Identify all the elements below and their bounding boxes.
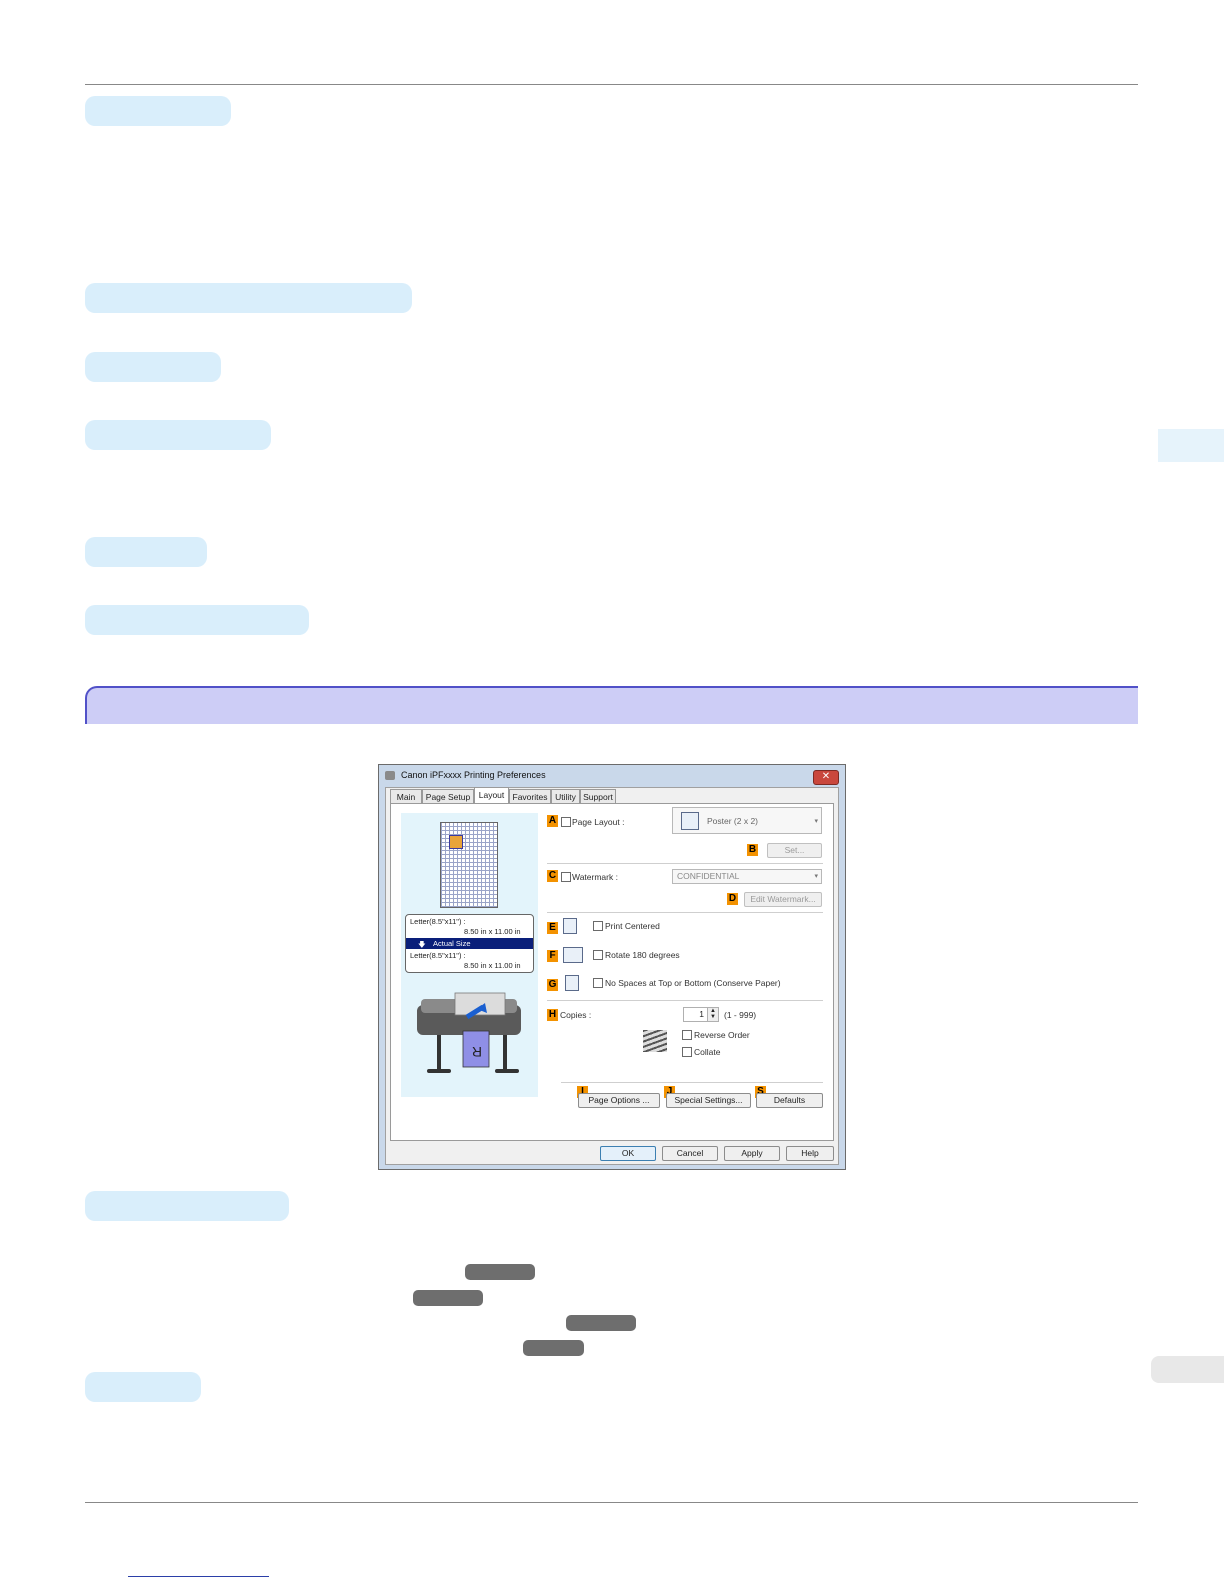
footer-rule [85, 1502, 1138, 1503]
reverse-order-label: Reverse Order [694, 1030, 750, 1040]
no-spaces-checkbox[interactable] [593, 978, 603, 988]
edit-watermark-button[interactable]: Edit Watermark... [744, 892, 822, 907]
print-centered-icon [563, 918, 577, 934]
page-layout-select[interactable]: Poster (2 x 2) ▾ [672, 807, 822, 834]
watermark-value: CONFIDENTIAL [677, 871, 740, 881]
tab-layout[interactable]: Layout [474, 787, 509, 804]
spin-down-icon[interactable]: ▼ [710, 1014, 716, 1020]
rotate-checkbox[interactable] [593, 950, 603, 960]
label-d: D [727, 893, 738, 905]
divider [547, 1000, 823, 1001]
label-f: F [547, 950, 558, 962]
divider [547, 912, 823, 913]
chevron-down-icon: ▾ [814, 873, 818, 880]
redacted-heading [85, 283, 412, 313]
reference-badge[interactable] [523, 1340, 584, 1356]
tab-favorites[interactable]: Favorites [509, 789, 551, 803]
redacted-heading [85, 96, 231, 126]
printer-illustration: R [417, 992, 521, 1073]
ok-button[interactable]: OK [600, 1146, 656, 1161]
chevron-down-icon: ▾ [814, 818, 818, 825]
dialog-body: Main Page Setup Layout Favorites Utility… [385, 787, 839, 1165]
index-side-tab[interactable] [1151, 1356, 1224, 1383]
reverse-order-checkbox[interactable] [682, 1030, 692, 1040]
output-dims: 8.50 in x 11.00 in [464, 961, 521, 970]
special-settings-button[interactable]: Special Settings... [666, 1093, 751, 1108]
header-rule [85, 84, 1138, 85]
label-c: C [547, 870, 558, 882]
label-e: E [547, 922, 558, 934]
layout-preview: Letter(8.5"x11") : 8.50 in x 11.00 in 🡇 … [401, 813, 538, 1097]
cancel-button[interactable]: Cancel [662, 1146, 718, 1161]
copies-label: Copies : [560, 1010, 592, 1020]
collate-checkbox[interactable] [682, 1047, 692, 1057]
chapter-side-tab[interactable] [1158, 429, 1224, 462]
spin-buttons[interactable]: ▲ ▼ [707, 1008, 718, 1021]
page-preview-thumbnail [440, 822, 498, 908]
print-centered-label: Print Centered [605, 921, 660, 931]
printer-icon [385, 771, 395, 780]
printing-preferences-dialog: Canon iPFxxxx Printing Preferences ✕ Mai… [378, 764, 846, 1170]
copies-value: 1 [699, 1009, 704, 1019]
image-icon [449, 835, 463, 849]
watermark-select[interactable]: CONFIDENTIAL ▾ [672, 869, 822, 884]
tab-main[interactable]: Main [390, 789, 422, 803]
collate-label: Collate [694, 1047, 721, 1057]
paper-size-info: Letter(8.5"x11") : 8.50 in x 11.00 in 🡇 … [405, 914, 534, 973]
tab-page-setup[interactable]: Page Setup [422, 789, 474, 803]
watermark-checkbox[interactable] [561, 872, 571, 882]
print-centered-checkbox[interactable] [593, 921, 603, 931]
dialog-title-bar[interactable]: Canon iPFxxxx Printing Preferences ✕ [379, 765, 845, 787]
close-button[interactable]: ✕ [813, 770, 839, 785]
help-button[interactable]: Help [786, 1146, 834, 1161]
label-a: A [547, 815, 558, 827]
stacked-pages-icon [643, 1030, 667, 1052]
tab-support[interactable]: Support [580, 789, 616, 803]
conserve-paper-icon [565, 975, 579, 991]
reference-badge[interactable] [413, 1290, 483, 1306]
source-dims: 8.50 in x 11.00 in [464, 927, 521, 936]
scaling-mode-row: 🡇 Actual Size [406, 938, 533, 949]
svg-text:R: R [472, 1044, 482, 1060]
copies-range: (1 - 999) [724, 1010, 757, 1020]
output-size: Letter(8.5"x11") : [410, 951, 466, 960]
page-layout-label: Page Layout : [572, 817, 625, 827]
redacted-heading [85, 420, 271, 450]
reference-badge[interactable] [465, 1264, 535, 1280]
redacted-heading [85, 1372, 201, 1402]
page-layout-checkbox[interactable] [561, 817, 571, 827]
redacted-heading [85, 352, 221, 382]
section-title-bar [85, 686, 1138, 724]
label-g: G [547, 979, 558, 991]
redacted-heading [85, 1191, 289, 1221]
footer-link[interactable] [128, 1576, 269, 1577]
rotate-icon [563, 947, 583, 963]
copies-stepper[interactable]: 1 ▲ ▼ [683, 1007, 719, 1022]
label-h: H [547, 1009, 558, 1021]
poster-layout-icon [681, 812, 699, 830]
layout-panel: Letter(8.5"x11") : 8.50 in x 11.00 in 🡇 … [390, 803, 834, 1141]
page-layout-value: Poster (2 x 2) [707, 816, 759, 826]
no-spaces-label: No Spaces at Top or Bottom (Conserve Pap… [605, 978, 781, 988]
source-size: Letter(8.5"x11") : [410, 917, 466, 926]
reference-badge[interactable] [566, 1315, 636, 1331]
redacted-heading [85, 537, 207, 567]
tab-utility[interactable]: Utility [551, 789, 580, 803]
set-button[interactable]: Set... [767, 843, 822, 858]
label-b: B [747, 844, 758, 856]
watermark-label: Watermark : [572, 872, 618, 882]
divider [547, 863, 823, 864]
dialog-title: Canon iPFxxxx Printing Preferences [401, 770, 546, 780]
apply-button[interactable]: Apply [724, 1146, 780, 1161]
divider [561, 1082, 823, 1083]
redacted-heading [85, 605, 309, 635]
scaling-mode: Actual Size [433, 939, 471, 948]
page-options-button[interactable]: Page Options ... [578, 1093, 660, 1108]
defaults-button[interactable]: Defaults [756, 1093, 823, 1108]
rotate-label: Rotate 180 degrees [605, 950, 680, 960]
